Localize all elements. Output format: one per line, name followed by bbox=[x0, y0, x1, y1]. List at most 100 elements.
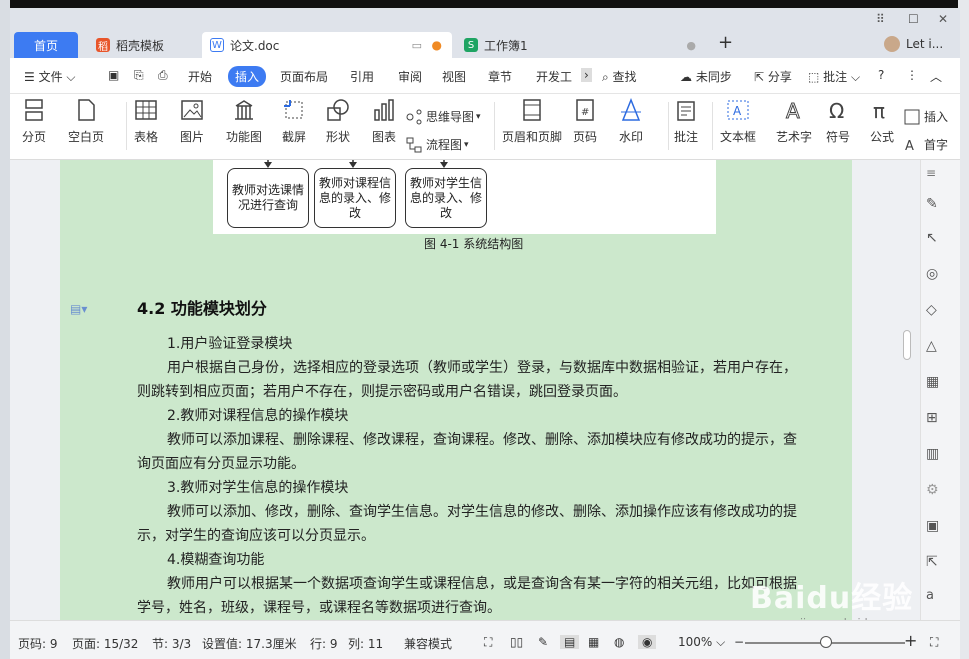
menu-view[interactable]: 视图 bbox=[442, 68, 466, 85]
tab-home[interactable]: 首页 bbox=[14, 32, 78, 58]
desktop-left bbox=[0, 0, 10, 659]
ribbon-separator bbox=[126, 102, 127, 150]
tab-list-icon[interactable]: ⠿ bbox=[876, 12, 885, 26]
add-tab-button[interactable]: + bbox=[718, 32, 733, 53]
format-painter-icon[interactable]: ⎘ bbox=[134, 68, 144, 83]
insert-object-label: 插入 bbox=[924, 110, 949, 124]
section-heading: 4.2 功能模块划分 bbox=[137, 299, 267, 318]
drop-cap-button[interactable]: A 首字 bbox=[904, 136, 948, 153]
symbol-button[interactable]: Ω 符号 bbox=[826, 98, 850, 145]
art-text-button[interactable]: A 艺术字 bbox=[776, 98, 812, 145]
export-icon[interactable]: ⇱ bbox=[926, 554, 938, 570]
translate-icon[interactable]: a bbox=[926, 588, 934, 603]
share-label: 分享 bbox=[767, 70, 792, 84]
mindmap-button[interactable]: 思维导图 ▾ bbox=[406, 108, 481, 125]
menu-developer[interactable]: 开发工 bbox=[536, 68, 572, 85]
tab-sheet[interactable]: S 工作簿1 ● bbox=[456, 32, 706, 58]
menu-chapter[interactable]: 章节 bbox=[488, 68, 512, 85]
save-icon[interactable]: ▣ bbox=[108, 68, 119, 82]
paragraph-options-icon[interactable]: ▤▾ bbox=[70, 302, 87, 316]
web-view-icon[interactable]: ◍ bbox=[614, 635, 624, 649]
art-text-label: 艺术字 bbox=[776, 130, 813, 144]
status-pages[interactable]: 页面: 15/32 bbox=[72, 635, 138, 652]
screenshot-button[interactable]: 截屏 bbox=[282, 98, 306, 145]
grid-icon[interactable]: ▦ bbox=[926, 374, 939, 390]
user-account[interactable]: Let i... bbox=[884, 36, 943, 52]
more-options-icon[interactable]: ⋮ bbox=[906, 68, 918, 82]
fill-icon[interactable]: △ bbox=[926, 338, 937, 354]
menu-review[interactable]: 审阅 bbox=[398, 68, 422, 85]
zoom-level[interactable]: 100% ⌵ bbox=[678, 635, 725, 650]
textbox-button[interactable]: A 文本框 bbox=[720, 98, 756, 145]
status-mode: 兼容模式 bbox=[404, 637, 453, 651]
pointer-icon[interactable]: ↖ bbox=[926, 230, 938, 246]
fit-page-icon[interactable]: ⛶ bbox=[930, 635, 938, 650]
pen-icon[interactable]: ✎ bbox=[926, 196, 938, 212]
apps-icon[interactable]: ⊞ bbox=[926, 410, 938, 426]
monitor-icon[interactable]: ▭ bbox=[412, 39, 422, 52]
svg-text:Ω: Ω bbox=[829, 99, 844, 122]
page-view-icon[interactable]: ▤ bbox=[560, 635, 580, 649]
page-number-button[interactable]: # 页码 bbox=[573, 98, 597, 145]
status-page-no[interactable]: 页码: 9 bbox=[18, 635, 58, 652]
picture-button[interactable]: 图片 bbox=[180, 98, 204, 145]
collapse-ribbon-icon[interactable]: ︿ bbox=[930, 68, 942, 85]
formula-button[interactable]: π 公式 bbox=[870, 98, 894, 145]
menu-start[interactable]: 开始 bbox=[188, 68, 212, 85]
badge-icon[interactable]: ◎ bbox=[926, 266, 938, 282]
eye-protect-icon[interactable]: ◉ bbox=[638, 635, 657, 649]
chart-button[interactable]: 图表 bbox=[372, 98, 396, 145]
mindmap-label: 思维导图 bbox=[426, 110, 475, 124]
help-icon[interactable]: ? bbox=[878, 68, 884, 82]
menu-more-icon[interactable]: › bbox=[581, 68, 592, 82]
flowchart-button[interactable]: 流程图 ▾ bbox=[406, 136, 469, 153]
menu-layout[interactable]: 页面布局 bbox=[280, 68, 328, 85]
reading-mode-icon[interactable]: ▯▯ bbox=[510, 635, 523, 649]
status-setting: 设置值: 17.3厘米 bbox=[202, 637, 297, 651]
table-button[interactable]: 表格 bbox=[134, 98, 158, 145]
zoom-label: 100% bbox=[678, 635, 713, 649]
watermark-button[interactable]: 水印 bbox=[619, 98, 643, 145]
fullscreen-icon[interactable]: ⛶ bbox=[484, 635, 492, 650]
shapes-icon[interactable]: ◇ bbox=[926, 302, 937, 318]
bar-chart-icon bbox=[374, 99, 394, 121]
comment-button[interactable]: ⬚ 批注 ⌵ bbox=[808, 68, 860, 85]
stats-icon[interactable]: ▥ bbox=[926, 446, 939, 462]
ribbon-insert: 分页 空白页 表格 图片 功能图 截屏 形状 图表 思维导图 ▾ 流程图 ▾ 页… bbox=[10, 94, 960, 160]
vertical-scrollbar[interactable] bbox=[902, 160, 912, 620]
insert-object-button[interactable]: 插入 bbox=[904, 108, 948, 125]
print-icon[interactable]: ⎙ bbox=[158, 68, 168, 83]
tab-template[interactable]: 稻 稻壳模板 bbox=[88, 32, 196, 58]
edit-mode-icon[interactable]: ✎ bbox=[538, 635, 548, 649]
function-chart-button[interactable]: 功能图 bbox=[226, 98, 262, 145]
sheet-icon: S bbox=[464, 38, 478, 52]
zoom-out-icon[interactable]: − bbox=[734, 635, 744, 649]
menu-insert[interactable]: 插入 bbox=[228, 66, 267, 87]
annotation-button[interactable]: 批注 bbox=[674, 98, 698, 145]
page-break-button[interactable]: 分页 bbox=[22, 98, 46, 145]
panel-menu-icon[interactable]: ≡ bbox=[926, 166, 936, 180]
image-icon[interactable]: ▣ bbox=[926, 518, 939, 534]
zoom-slider-knob[interactable] bbox=[820, 636, 832, 648]
scrollbar-thumb[interactable] bbox=[903, 330, 911, 360]
share-button[interactable]: ⇱ 分享 bbox=[754, 68, 792, 85]
file-menu[interactable]: ☰ 文件 ⌵ bbox=[24, 68, 76, 85]
restore-icon[interactable]: ☐ bbox=[908, 12, 919, 26]
page-number-label: 页码 bbox=[573, 130, 598, 144]
shape-button[interactable]: 形状 bbox=[326, 98, 350, 145]
tab-dot-icon: ● bbox=[686, 38, 696, 52]
zoom-in-icon[interactable]: + bbox=[904, 631, 917, 650]
wps-window: 首页 稻 稻壳模板 W 论文.doc ▭ ● S 工作簿1 ● + ⠿ ☐ ✕ … bbox=[10, 8, 960, 659]
svg-text:A: A bbox=[905, 139, 914, 153]
adjust-icon[interactable]: ⚙ bbox=[926, 482, 939, 498]
tab-document[interactable]: W 论文.doc ▭ ● bbox=[202, 32, 452, 58]
outline-view-icon[interactable]: ▦ bbox=[588, 635, 599, 649]
tab-bar: 首页 稻 稻壳模板 W 论文.doc ▭ ● S 工作簿1 ● + ⠿ ☐ ✕ … bbox=[10, 8, 960, 58]
header-footer-button[interactable]: 页眉和页脚 bbox=[502, 98, 562, 145]
blank-page-button[interactable]: 空白页 bbox=[68, 98, 104, 145]
watermark-icon bbox=[621, 98, 641, 121]
sync-button[interactable]: ☁ 未同步 bbox=[680, 68, 732, 85]
close-window-icon[interactable]: ✕ bbox=[938, 12, 948, 26]
menu-reference[interactable]: 引用 bbox=[350, 68, 374, 85]
search-button[interactable]: ⌕ 查找 bbox=[602, 68, 637, 85]
